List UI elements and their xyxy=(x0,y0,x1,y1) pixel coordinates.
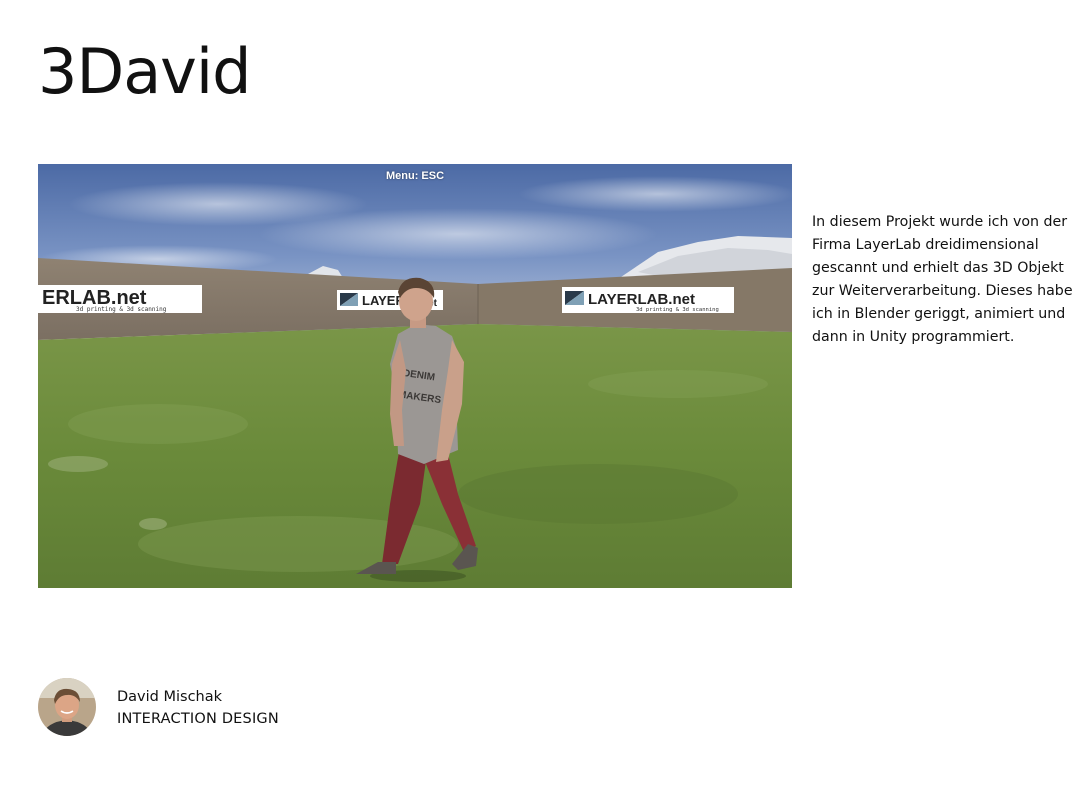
layerlab-banner-left: ERLAB.net 3d printing & 3d scanning xyxy=(38,285,202,313)
banner-right-text: LAYERLAB.net xyxy=(588,291,695,308)
banner-center-text: LAYER xyxy=(362,293,405,308)
game-viewport[interactable]: ERLAB.net 3d printing & 3d scanning LAYE… xyxy=(38,164,792,588)
avatar xyxy=(38,678,96,736)
menu-hint: Menu: ESC xyxy=(385,170,445,182)
banner-left-subtext: 3d printing & 3d scanning xyxy=(76,306,167,313)
page-title: 3David xyxy=(38,35,251,108)
cloud xyxy=(258,208,658,260)
banner-right-subtext: 3d printing & 3d scanning xyxy=(636,307,719,313)
author-role: INTERACTION DESIGN xyxy=(117,711,279,727)
project-description: In diesem Projekt wurde ich von der Firm… xyxy=(812,214,1073,345)
person-avatar-icon xyxy=(38,678,96,736)
layerlab-banner-right: LAYERLAB.net 3d printing & 3d scanning xyxy=(562,287,734,313)
game-scene: ERLAB.net 3d printing & 3d scanning LAYE… xyxy=(38,164,792,588)
project-page: 3David ERLAB.net 3d printing & 3d scanni… xyxy=(0,0,1080,800)
author-card: David Mischak INTERACTION DESIGN xyxy=(38,678,279,736)
author-name: David Mischak xyxy=(117,689,223,705)
